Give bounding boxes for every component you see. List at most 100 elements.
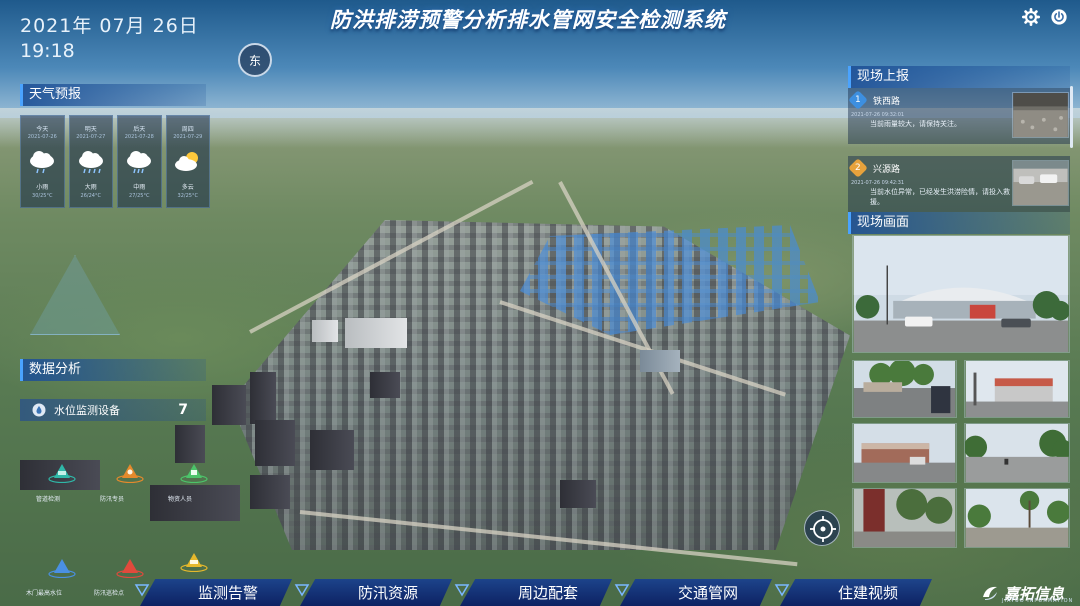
tab-flood-resources[interactable]: 防汛资源 [300, 579, 452, 606]
building [370, 372, 400, 398]
building [560, 480, 596, 508]
brand-subtitle: JIATUO INFORMATION [1002, 598, 1074, 604]
weather-date: 2021-07-27 [76, 134, 106, 140]
tab-label: 周边配套 [517, 584, 578, 602]
current-date: 2021年 07月 26日 [20, 15, 199, 37]
weather-card-today[interactable]: 今天 2021-07-26 小雨 30/25°C [20, 115, 65, 208]
marker-label: 木门最高水位 [26, 590, 63, 597]
building [250, 475, 290, 509]
report-number-badge: 1 [848, 90, 868, 110]
brand-mark-icon [983, 586, 997, 600]
camera-view-2[interactable] [852, 360, 957, 418]
current-time: 19:18 [20, 40, 75, 62]
weather-forecast: 今天 2021-07-26 小雨 30/25°C 明天 2021-07-27 大… [20, 115, 210, 208]
building [255, 420, 295, 466]
data-analysis-heading: 数据分析 [20, 359, 206, 381]
report-number: 1 [855, 94, 861, 105]
water-drop-icon [32, 403, 46, 417]
report-photo-thumbnail[interactable] [1012, 160, 1069, 206]
site-video-heading: 现场画面 [848, 212, 1070, 234]
site-report-item[interactable]: 2 兴源路 2021-07-26 09:42:31 当前水位异常，已经发生洪涝险… [848, 156, 1070, 212]
weather-heading: 天气预报 [20, 84, 206, 106]
flood-officer-marker-icon[interactable] [116, 461, 144, 483]
tab-label: 住建视频 [837, 584, 898, 602]
marker-label: 防汛巡检点 [94, 590, 125, 597]
chevron-down-icon [774, 584, 790, 597]
tab-monitoring-alarm[interactable]: 监测告警 [140, 579, 292, 606]
building [310, 430, 354, 470]
weather-temp: 30/25°C [32, 193, 53, 199]
weather-temp: 26/24°C [80, 193, 101, 199]
cloudy-icon [174, 152, 198, 171]
building [175, 425, 205, 463]
rain-icon [127, 151, 152, 174]
camera-view-6[interactable] [852, 488, 957, 548]
supplies-marker-icon[interactable] [180, 461, 208, 483]
resource-marker-icon[interactable] [180, 550, 208, 572]
weather-temp: 32/25°C [177, 193, 198, 199]
chevron-down-icon [614, 584, 630, 597]
site-report-item[interactable]: 1 铁西路 2021-07-26 09:32:01 当前雨量较大，请保持关注。 [848, 88, 1070, 144]
chevron-down-icon [454, 584, 470, 597]
weather-condition: 中雨 [133, 184, 146, 191]
locate-button[interactable] [804, 510, 840, 546]
weather-card-tomorrow[interactable]: 明天 2021-07-27 大雨 26/24°C [68, 115, 113, 208]
weather-card-thursday[interactable]: 周四 2021-07-29 多云 32/25°C [165, 115, 210, 208]
camera-view-3[interactable] [964, 360, 1070, 418]
water-device-count: 7 [178, 402, 188, 418]
rain-icon [30, 151, 55, 174]
report-place: 兴源路 [873, 165, 901, 175]
building [150, 485, 240, 521]
tab-nearby-facilities[interactable]: 周边配套 [460, 579, 612, 606]
compass-button[interactable]: 东 [238, 43, 272, 77]
power-icon[interactable] [1050, 8, 1068, 26]
pipeline-marker-icon[interactable] [48, 461, 76, 483]
camera-view-5[interactable] [964, 423, 1070, 483]
camera-view-main[interactable] [852, 235, 1070, 353]
report-place: 铁西路 [873, 97, 901, 107]
report-message: 当前水位异常，已经发生洪涝险情，请投入救援。 [870, 188, 1010, 206]
report-message: 当前雨量较大，请保持关注。 [870, 120, 961, 128]
crosshair-icon [810, 516, 836, 542]
building [312, 320, 338, 342]
weather-card-day-after[interactable]: 后天 2021-07-28 中雨 27/25°C [117, 115, 162, 208]
water-level-marker-icon[interactable] [48, 556, 76, 578]
tab-construction-video[interactable]: 住建视频 [780, 579, 932, 606]
building [212, 385, 246, 425]
report-time: 2021-07-26 09:32:01 [851, 112, 905, 118]
water-device-label: 水位监测设备 [54, 404, 120, 417]
tab-label: 防汛资源 [357, 584, 418, 602]
site-report-heading: 现场上报 [848, 66, 1070, 88]
gear-icon[interactable] [1022, 8, 1040, 26]
chevron-down-icon [134, 584, 150, 597]
tab-label: 交通管网 [677, 584, 738, 602]
tab-traffic-pipe-network[interactable]: 交通管网 [620, 579, 772, 606]
tab-label: 监测告警 [197, 584, 258, 602]
weather-day: 周四 [181, 126, 194, 133]
weather-date: 2021-07-28 [124, 134, 154, 140]
weather-condition: 小雨 [36, 184, 49, 191]
water-level-device-row[interactable]: 水位监测设备 7 [20, 399, 206, 421]
weather-condition: 多云 [181, 184, 194, 191]
patrol-point-marker-icon[interactable] [116, 556, 144, 578]
marker-label: 管道检测 [36, 496, 61, 503]
weather-date: 2021-07-29 [173, 134, 203, 140]
chevron-down-icon [294, 584, 310, 597]
camera-view-7[interactable] [964, 488, 1070, 548]
weather-day: 后天 [133, 126, 146, 133]
report-time: 2021-07-26 09:42:31 [851, 180, 905, 186]
weather-condition: 大雨 [84, 184, 97, 191]
heavy-rain-icon [78, 151, 103, 174]
report-photo-thumbnail[interactable] [1012, 92, 1069, 138]
compass-label: 东 [248, 53, 261, 68]
camera-view-4[interactable] [852, 423, 957, 483]
weather-temp: 27/25°C [129, 193, 150, 199]
weather-day: 今天 [36, 126, 49, 133]
building [345, 318, 407, 348]
marker-label: 防汛专员 [100, 496, 125, 503]
report-number: 2 [855, 162, 861, 173]
building [640, 350, 680, 372]
marker-label: 物资人员 [168, 496, 193, 503]
report-scrollbar[interactable] [1070, 86, 1073, 148]
weather-day: 明天 [84, 126, 97, 133]
